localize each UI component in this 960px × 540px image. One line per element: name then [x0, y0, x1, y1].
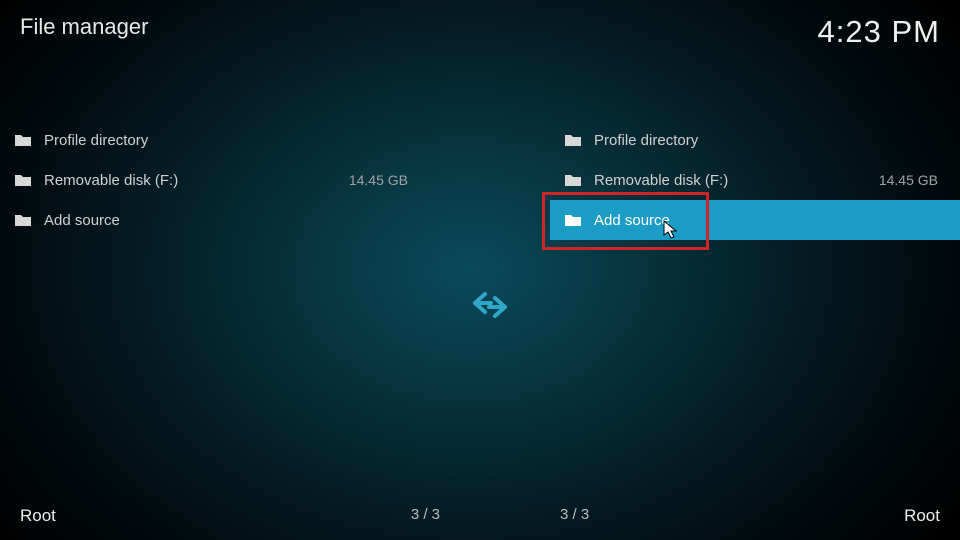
folder-icon	[14, 133, 32, 147]
right-pane: Profile directory Removable disk (F:) 14…	[550, 120, 960, 485]
folder-icon	[14, 173, 32, 187]
folder-icon	[14, 213, 32, 227]
list-item-add-source[interactable]: Add source	[550, 200, 960, 240]
header: File manager 4:23 PM	[20, 14, 940, 50]
right-path-label: Root	[904, 506, 940, 526]
list-item[interactable]: Removable disk (F:) 14.45 GB	[0, 160, 430, 200]
right-count: 3 / 3	[560, 506, 589, 526]
folder-icon	[564, 133, 582, 147]
clock: 4:23 PM	[818, 14, 940, 50]
item-label: Add source	[594, 212, 938, 229]
item-meta: 14.45 GB	[879, 172, 938, 188]
item-label: Profile directory	[594, 132, 938, 149]
item-meta: 14.45 GB	[349, 172, 408, 188]
list-item[interactable]: Profile directory	[550, 120, 960, 160]
footer: Root 3 / 3 3 / 3 Root	[20, 506, 940, 526]
left-count: 3 / 3	[411, 506, 440, 526]
page-title: File manager	[20, 14, 148, 40]
item-label: Add source	[44, 212, 408, 229]
item-label: Removable disk (F:)	[594, 172, 879, 189]
list-item-add-source[interactable]: Add source	[0, 200, 430, 240]
item-label: Profile directory	[44, 132, 408, 149]
left-pane: Profile directory Removable disk (F:) 14…	[0, 120, 430, 485]
panes: Profile directory Removable disk (F:) 14…	[0, 120, 960, 485]
item-label: Removable disk (F:)	[44, 172, 349, 189]
folder-icon	[564, 213, 582, 227]
list-item[interactable]: Removable disk (F:) 14.45 GB	[550, 160, 960, 200]
left-path-label: Root	[20, 506, 56, 526]
folder-icon	[564, 173, 582, 187]
mid-divider	[430, 120, 550, 485]
transfer-arrows-icon	[469, 286, 511, 320]
list-item[interactable]: Profile directory	[0, 120, 430, 160]
